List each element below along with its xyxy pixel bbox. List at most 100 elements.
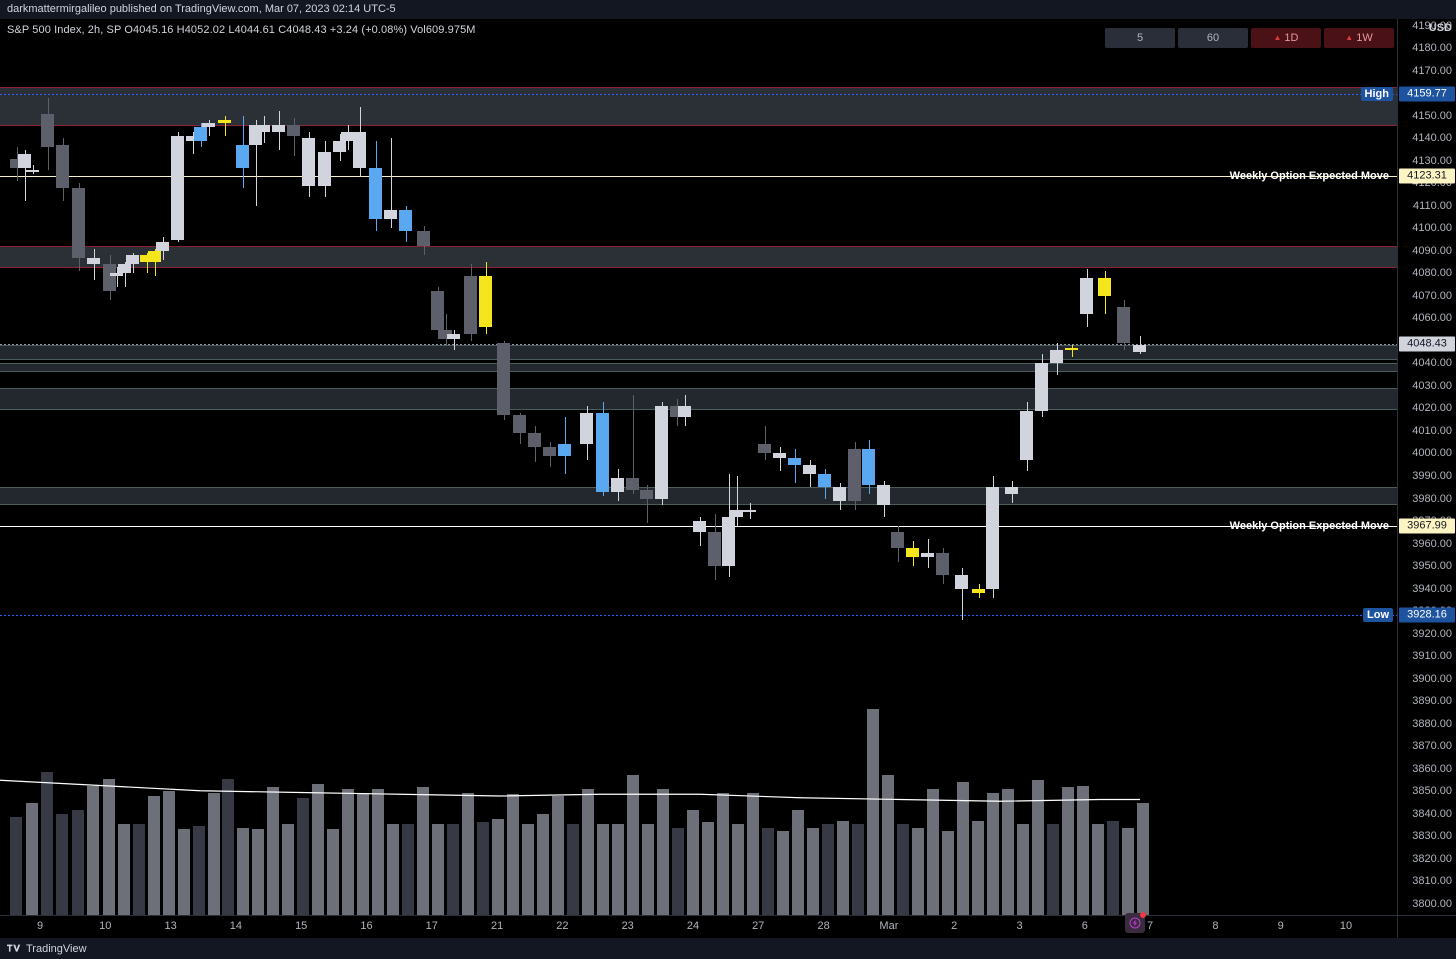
price-axis-tick: 3920.00 [1412, 627, 1452, 640]
lightning-bolt-icon[interactable] [1125, 912, 1146, 933]
candle-body [26, 169, 39, 173]
legend-low: L4044.61 [228, 24, 276, 36]
upper-wem-badge[interactable]: 4123.31 [1399, 168, 1455, 184]
high-price-badge[interactable]: 4159.77 [1399, 86, 1455, 102]
supply-zone-b [0, 363, 1397, 373]
candle-body [708, 532, 721, 567]
volume-bar [492, 818, 504, 915]
price-axis-tick: 3990.00 [1412, 470, 1452, 482]
price-pane[interactable]: High Weekly Option Expected Move Weekly Op… [0, 19, 1397, 915]
price-axis-tick: 4080.00 [1412, 267, 1452, 280]
legend-symbol[interactable]: S&P 500 Index, 2h, SP [7, 24, 121, 36]
toolbar-button-1w[interactable]: ▲ 1W [1324, 28, 1394, 48]
candle-body [72, 187, 85, 258]
volume-bar [522, 824, 534, 915]
time-axis-tick: 22 [556, 920, 569, 932]
candle-body [1050, 349, 1063, 364]
volume-bar [717, 792, 729, 915]
price-axis-tick: 4030.00 [1412, 379, 1452, 392]
price-axis-tick: 3900.00 [1412, 672, 1452, 685]
toolbar-button-1d[interactable]: ▲ 1D [1251, 28, 1321, 48]
volume-bar [627, 775, 639, 915]
high-line[interactable] [0, 93, 1397, 95]
candle-body [1035, 363, 1048, 411]
volume-bar [1092, 824, 1104, 915]
legend-open: O4045.16 [124, 24, 174, 36]
candle-body [758, 444, 771, 454]
volume-bar [507, 794, 519, 915]
volume-bar [552, 796, 564, 915]
volume-bar [178, 829, 190, 915]
alert-triangle-icon: ▲ [1273, 33, 1282, 42]
tradingview-brand: TradingView [26, 942, 87, 955]
candle-body [1020, 410, 1033, 461]
price-axis-tick: 3880.00 [1412, 717, 1452, 730]
candle-wick [293, 118, 295, 157]
time-axis-tick: 9 [1277, 920, 1284, 932]
volume-bar [732, 824, 744, 915]
candle-body [788, 457, 801, 465]
candle-body [611, 478, 624, 492]
volume-bar [822, 824, 834, 915]
chart-container[interactable]: High Weekly Option Expected Move Weekly Op… [0, 19, 1456, 938]
volume-bar [777, 831, 789, 915]
last-price-badge[interactable]: 4048.43 [1399, 336, 1455, 352]
volume-bar [1002, 789, 1014, 915]
time-axis-tick: 10 [1339, 920, 1353, 932]
volume-bar [642, 824, 654, 915]
candle-body [955, 575, 968, 589]
volume-bar [357, 792, 369, 915]
time-axis-tick: 16 [360, 920, 373, 932]
time-axis-tick: 24 [686, 920, 700, 932]
tradingview-logo-icon [7, 944, 21, 952]
price-axis-tick: 4190.00 [1412, 19, 1452, 32]
candle-body [730, 509, 743, 517]
last-price-line[interactable] [0, 344, 1397, 346]
legend-close: C4048.43 [278, 24, 327, 36]
price-axis[interactable]: USD 4190.004180.004170.004160.004150.004… [1397, 19, 1456, 915]
time-axis-tick: 17 [425, 920, 438, 932]
time-axis-tick: 9 [36, 920, 44, 932]
legend-change: +3.24 (+0.08%) [329, 24, 408, 36]
toolbar-button-label: 5 [1136, 32, 1144, 44]
low-line[interactable] [0, 615, 1397, 617]
candle-body [384, 210, 397, 220]
lower-wem-line-label: Weekly Option Expected Move [1229, 519, 1389, 532]
upper-wem-line[interactable] [0, 175, 1397, 177]
volume-bar [597, 824, 609, 915]
volume-bar [193, 825, 205, 915]
price-axis-tick: 4090.00 [1412, 244, 1452, 257]
volume-bar [87, 785, 99, 915]
toolbar-button-60[interactable]: 60 [1178, 28, 1248, 48]
volume-bar [837, 820, 849, 915]
volume-bar [447, 824, 459, 915]
supply-zone-c [0, 388, 1397, 410]
price-axis-tick: 3890.00 [1412, 695, 1452, 708]
candle-body [848, 448, 861, 501]
candle-body [833, 487, 846, 501]
candle-wick [453, 329, 455, 350]
price-axis-tick: 4100.00 [1412, 222, 1452, 235]
candle-body [218, 120, 231, 123]
volume-bar [267, 787, 279, 915]
low-price-badge[interactable]: 3928.16 [1399, 607, 1455, 623]
volume-bar [1122, 827, 1134, 915]
volume-bar [957, 782, 969, 915]
candle-body [103, 264, 116, 292]
volume-bar [312, 783, 324, 915]
toolbar-button-5[interactable]: 5 [1105, 28, 1175, 48]
volume-bar [1077, 785, 1089, 915]
price-axis-tick: 3800.00 [1412, 897, 1452, 910]
interval-toolbar[interactable]: 5 60 ▲ 1D ▲ 1W [1105, 28, 1394, 48]
volume-bar [222, 778, 234, 915]
volume-bar [387, 824, 399, 915]
volume-bar [882, 775, 894, 915]
price-axis-tick: 3910.00 [1412, 650, 1452, 663]
lower-wem-badge[interactable]: 3967.99 [1399, 518, 1455, 534]
time-axis[interactable]: 9 10 13 14 15 16 17 21 22 23 24 27 28 Mar 2 3 6 7 8 9 10 [0, 915, 1397, 938]
volume-bar [1062, 787, 1074, 915]
candle-wick [779, 446, 781, 472]
volume-bar [372, 789, 384, 915]
price-axis-tick: 4180.00 [1412, 42, 1452, 55]
price-axis-tick: 3940.00 [1412, 582, 1452, 595]
